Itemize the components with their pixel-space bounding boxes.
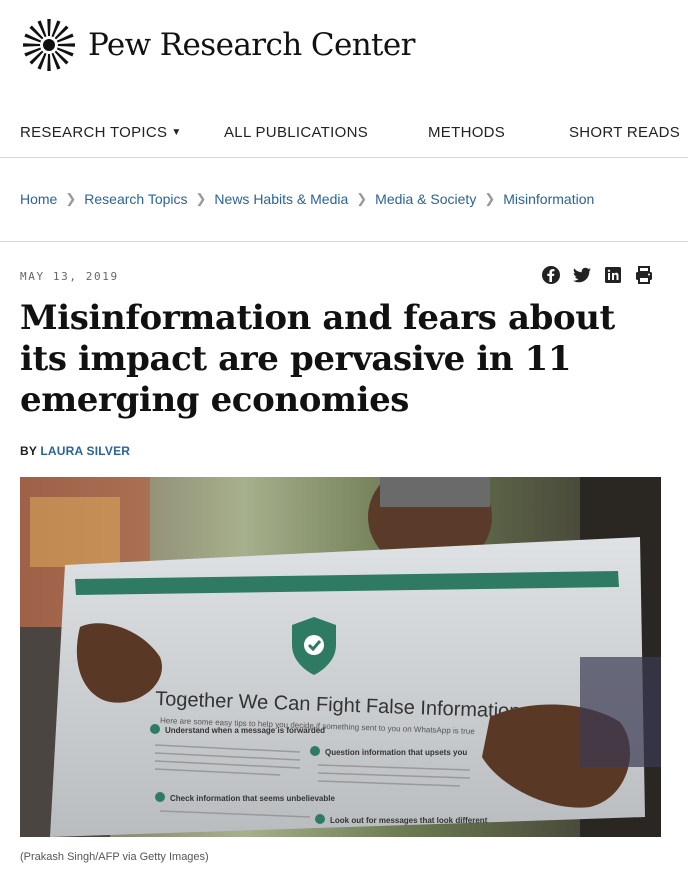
breadcrumb-news-habits[interactable]: News Habits & Media <box>214 191 348 207</box>
byline-prefix: BY <box>20 444 37 458</box>
caret-down-icon: ▼ <box>171 127 182 138</box>
nav-research-topics[interactable]: RESEARCH TOPICS ▼ <box>20 124 182 141</box>
photo-caption: (Prakash Singh/AFP via Getty Images) <box>20 851 209 863</box>
pew-sunburst-icon <box>23 19 75 71</box>
nav-divider <box>0 157 688 158</box>
linkedin-icon[interactable] <box>603 265 623 285</box>
main-nav: RESEARCH TOPICS ▼ ALL PUBLICATIONS METHOD… <box>0 124 688 144</box>
logo-ray <box>47 19 51 37</box>
publish-date: MAY 13, 2019 <box>20 270 119 283</box>
print-icon[interactable] <box>634 265 654 285</box>
breadcrumb-research-topics[interactable]: Research Topics <box>84 191 187 207</box>
chevron-right-icon: ❯ <box>484 191 496 206</box>
byline: BY LAURA SILVER <box>20 444 130 458</box>
breadcrumb-home[interactable]: Home <box>20 191 57 207</box>
nav-label: RESEARCH TOPICS <box>20 124 168 141</box>
nav-methods[interactable]: METHODS <box>428 124 505 141</box>
share-toolbar <box>541 265 654 285</box>
logo-ray <box>47 53 51 71</box>
photo-tip-3: Check information that seems unbelievabl… <box>170 794 335 803</box>
site-logo[interactable]: Pew Research Center <box>22 18 415 72</box>
chevron-right-icon: ❯ <box>65 191 77 206</box>
chevron-right-icon: ❯ <box>195 191 207 206</box>
chevron-right-icon: ❯ <box>356 191 368 206</box>
newspaper-reader-photo: Together We Can Fight False Information … <box>20 477 661 837</box>
logo-ray <box>23 43 41 47</box>
breadcrumb-misinformation[interactable]: Misinformation <box>503 191 594 207</box>
twitter-icon[interactable] <box>572 265 592 285</box>
article-photo: Together We Can Fight False Information … <box>20 477 661 837</box>
site-name: Pew Research Center <box>88 27 415 63</box>
logo-ray <box>57 43 75 47</box>
facebook-icon[interactable] <box>541 265 561 285</box>
author-link[interactable]: LAURA SILVER <box>40 444 130 458</box>
breadcrumb: Home ❯ Research Topics ❯ News Habits & M… <box>20 191 594 207</box>
breadcrumb-divider <box>0 241 688 242</box>
photo-tip-2: Question information that upsets you <box>325 748 467 757</box>
article-title: Misinformation and fears about its impac… <box>20 298 615 420</box>
breadcrumb-media-society[interactable]: Media & Society <box>375 191 476 207</box>
nav-short-reads[interactable]: SHORT READS <box>569 124 680 141</box>
photo-tip-4: Look out for messages that look differen… <box>330 816 488 825</box>
photo-tip-1: Understand when a message is forwarded <box>165 726 325 735</box>
nav-all-publications[interactable]: ALL PUBLICATIONS <box>224 124 368 141</box>
